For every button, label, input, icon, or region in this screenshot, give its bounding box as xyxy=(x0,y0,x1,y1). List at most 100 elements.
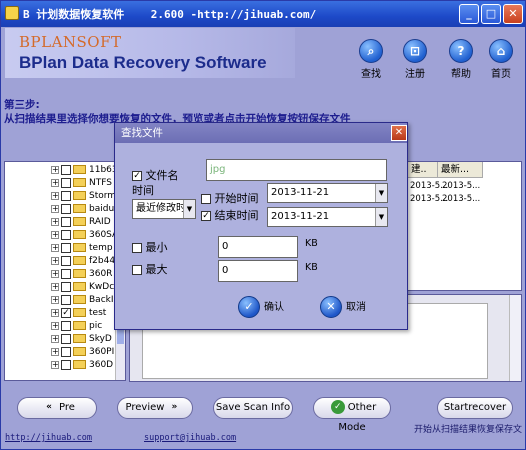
start-time-checkbox[interactable] xyxy=(201,194,211,204)
list-cell[interactable]: 2013-5... xyxy=(442,180,480,193)
confirm-label: 确认 xyxy=(264,302,284,313)
time-mode-select[interactable]: 最近修改时间 ▼ xyxy=(132,199,196,219)
tree-checkbox[interactable] xyxy=(61,242,71,253)
expand-icon[interactable]: + xyxy=(51,256,59,265)
tree-checkbox[interactable] xyxy=(61,294,71,305)
tree-item[interactable]: + baidu xyxy=(51,203,114,216)
start-recover-button[interactable]: Startrecover xyxy=(437,397,513,419)
folder-icon xyxy=(73,243,86,252)
expand-icon[interactable]: + xyxy=(51,191,59,200)
tree-item[interactable]: + ✓ test xyxy=(51,307,106,320)
chevron-down-icon[interactable]: ▼ xyxy=(183,200,195,218)
column-header[interactable]: 最新... xyxy=(438,162,483,178)
tree-item[interactable]: + f2b44 xyxy=(51,255,115,268)
website-link[interactable]: http://jihuab.com xyxy=(5,433,92,443)
tree-checkbox[interactable] xyxy=(61,190,71,201)
expand-icon[interactable]: + xyxy=(51,165,59,174)
tree-item[interactable]: + BackI xyxy=(51,294,114,307)
min-size-option[interactable]: 最小 xyxy=(132,239,168,255)
tree-checkbox[interactable] xyxy=(61,216,71,227)
preview-button[interactable]: Preview » xyxy=(117,397,193,419)
pre-button[interactable]: « Pre xyxy=(17,397,97,419)
max-size-input[interactable]: 0 xyxy=(218,260,298,282)
expand-icon[interactable]: + xyxy=(51,178,59,187)
tree-checkbox[interactable] xyxy=(61,281,71,292)
search-button[interactable]: ⌕ 查找 xyxy=(353,39,389,80)
support-email-link[interactable]: support@jihuab.com xyxy=(144,433,236,443)
folder-icon xyxy=(73,295,86,304)
other-mode-button[interactable]: ✓ Other Mode xyxy=(313,397,391,433)
expand-icon[interactable]: + xyxy=(51,243,59,252)
tree-item[interactable]: + SkyD xyxy=(51,333,112,346)
max-size-checkbox[interactable] xyxy=(132,265,142,275)
register-button[interactable]: ⊡ 注册 xyxy=(397,39,433,80)
min-size-checkbox[interactable] xyxy=(132,243,142,253)
expand-icon[interactable]: + xyxy=(51,204,59,213)
expand-icon[interactable]: + xyxy=(51,282,59,291)
dialog-title[interactable]: 查找文件 xyxy=(115,123,407,143)
check-icon: ✓ xyxy=(330,400,345,414)
tree-checkbox[interactable] xyxy=(61,229,71,240)
tree-checkbox[interactable] xyxy=(61,359,71,370)
filename-option[interactable]: ✓ 文件名 xyxy=(132,167,179,183)
end-time-checkbox[interactable]: ✓ xyxy=(201,211,211,221)
end-time-picker[interactable]: 2013-11-21 ▼ xyxy=(267,207,388,227)
tree-checkbox[interactable] xyxy=(61,333,71,344)
tree-item[interactable]: + temp xyxy=(51,242,113,255)
expand-icon[interactable]: + xyxy=(51,334,59,343)
find-file-dialog[interactable]: 查找文件 ✕ ✓ 文件名 jpg 时间 最近修改时间 ▼ 开始时间 2013-11… xyxy=(114,122,408,330)
tree-item[interactable]: + pic xyxy=(51,320,102,333)
start-time-option[interactable]: 开始时间 xyxy=(201,190,259,206)
expand-icon[interactable]: + xyxy=(51,230,59,239)
expand-icon[interactable]: + xyxy=(51,308,59,317)
tree-item[interactable]: +11b63 xyxy=(51,164,118,177)
tree-checkbox[interactable] xyxy=(61,177,71,188)
tree-checkbox[interactable] xyxy=(61,164,71,175)
help-button[interactable]: ? 帮助 xyxy=(443,39,479,80)
title-bar[interactable]: B 计划数据恢复软件 2.600 -http://jihuab.com/ _ □… xyxy=(1,1,525,27)
expand-icon[interactable]: + xyxy=(51,269,59,278)
tree-label: baidu xyxy=(89,204,115,214)
tree-checkbox[interactable] xyxy=(61,255,71,266)
tree-checkbox[interactable] xyxy=(61,346,71,357)
end-time-option[interactable]: ✓ 结束时间 xyxy=(201,207,259,223)
tree-item[interactable]: + NTFS xyxy=(51,177,112,190)
expand-icon[interactable]: + xyxy=(51,217,59,226)
minimize-button[interactable]: _ xyxy=(459,4,479,24)
close-button[interactable]: ✕ xyxy=(503,4,523,24)
expand-icon[interactable]: + xyxy=(51,321,59,330)
save-scan-info-button[interactable]: Save Scan Info xyxy=(213,397,293,419)
expand-icon[interactable]: + xyxy=(51,295,59,304)
cart-icon: ⊡ xyxy=(403,39,427,63)
tree-item[interactable]: + KwDc xyxy=(51,281,114,294)
dialog-close-button[interactable]: ✕ xyxy=(391,125,407,141)
tree-item[interactable]: +360SA xyxy=(51,229,118,242)
tree-item[interactable]: +360R xyxy=(51,268,112,281)
tree-item[interactable]: + RAID xyxy=(51,216,111,229)
tree-checkbox[interactable]: ✓ xyxy=(61,307,71,318)
preview-scrollbar[interactable] xyxy=(509,295,521,381)
tree-item[interactable]: +360PI xyxy=(51,346,114,359)
cancel-button[interactable]: ✕ 取消 xyxy=(320,296,366,320)
max-size-option[interactable]: 最大 xyxy=(132,261,168,277)
confirm-button[interactable]: ✓ 确认 xyxy=(238,296,284,320)
chevron-down-icon[interactable]: ▼ xyxy=(375,184,387,202)
tree-checkbox[interactable] xyxy=(61,268,71,279)
expand-icon[interactable]: + xyxy=(51,360,59,369)
folder-tree[interactable]: +11b63 + NTFS + Storm + baidu + RAID +360SA … xyxy=(4,161,126,381)
start-time-picker[interactable]: 2013-11-21 ▼ xyxy=(267,183,388,203)
filename-input[interactable]: jpg xyxy=(206,159,387,181)
tree-item[interactable]: +360D xyxy=(51,359,113,372)
tree-checkbox[interactable] xyxy=(61,203,71,214)
expand-icon[interactable]: + xyxy=(51,347,59,356)
chevron-down-icon[interactable]: ▼ xyxy=(375,208,387,226)
column-header[interactable]: 建.. xyxy=(408,162,438,178)
maximize-button[interactable]: □ xyxy=(481,4,501,24)
tree-checkbox[interactable] xyxy=(61,320,71,331)
home-button[interactable]: ⌂ 首页 xyxy=(483,39,519,80)
min-size-input[interactable]: 0 xyxy=(218,236,298,258)
filename-checkbox[interactable]: ✓ xyxy=(132,171,142,181)
tree-item[interactable]: + Storm xyxy=(51,190,116,203)
min-size-unit: KB xyxy=(305,238,318,249)
list-cell[interactable]: 2013-5... xyxy=(442,193,480,206)
